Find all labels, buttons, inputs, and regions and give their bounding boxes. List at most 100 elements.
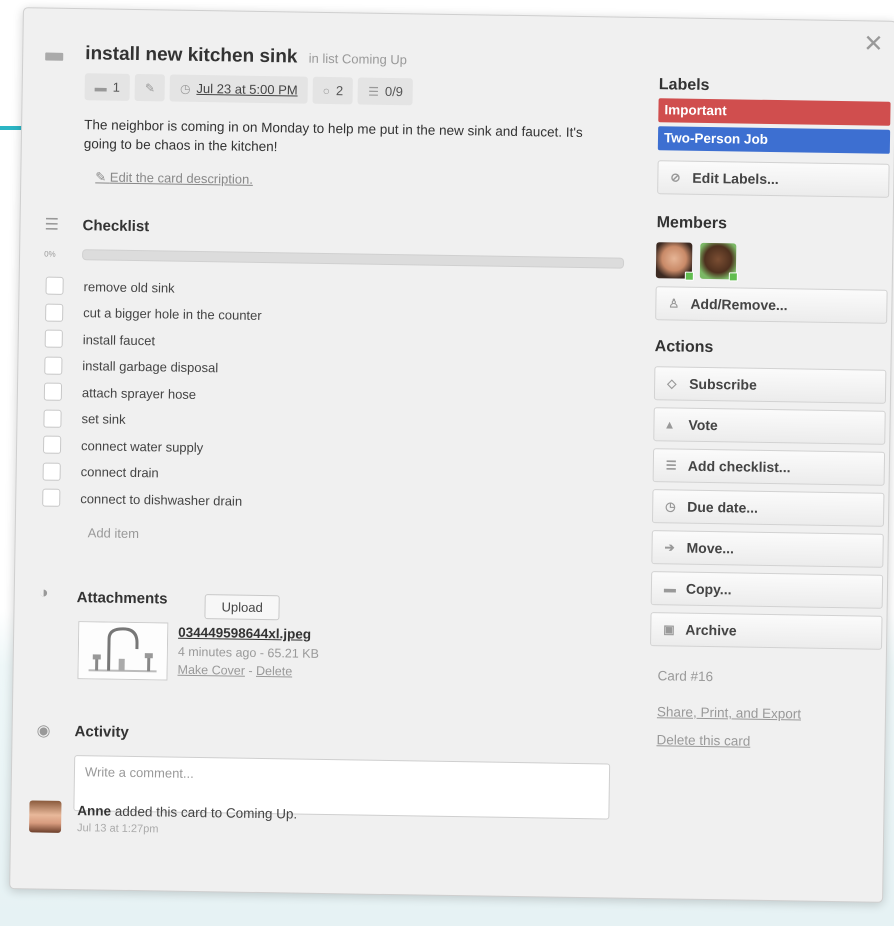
avatar[interactable]: [655, 242, 694, 281]
edit-description-label[interactable]: Edit the card description.: [110, 170, 253, 187]
card-detail-window: ✕ install new kitchen sink in list Comin…: [9, 7, 894, 903]
attachment-links: Make Cover - Delete: [177, 663, 292, 679]
upload-button[interactable]: Upload: [204, 594, 280, 621]
checklist-item[interactable]: install garbage disposal: [44, 352, 261, 382]
checklist-item-checkbox[interactable]: [45, 276, 64, 296]
checklist-item-checkbox[interactable]: [42, 435, 62, 455]
pencil-icon: ✎: [95, 169, 110, 185]
archive-label: Archive: [685, 621, 737, 639]
due-date-button[interactable]: ◷ Due date...: [651, 489, 885, 527]
move-arrow-icon: ➔: [664, 540, 675, 555]
card-list-name: in list Coming Up: [308, 50, 408, 68]
card-icon: [45, 52, 64, 61]
archive-button[interactable]: ▣ Archive: [650, 612, 883, 650]
delete-card-link[interactable]: Delete this card: [656, 732, 750, 748]
checklist-item-checkbox[interactable]: [43, 382, 63, 402]
card-title-text[interactable]: install new kitchen sink: [85, 43, 298, 67]
checklist-count: 0/9: [384, 83, 404, 100]
label-important[interactable]: Important: [658, 98, 891, 126]
add-checklist-button[interactable]: ☰ Add checklist...: [652, 448, 886, 486]
card-title[interactable]: install new kitchen sink in list Coming …: [85, 43, 407, 70]
checklist-item-label[interactable]: connect drain: [81, 464, 159, 480]
checklist-item-checkbox[interactable]: [42, 488, 61, 508]
activity-entry: Anne added this card to Coming Up.: [77, 803, 297, 821]
share-print-export-link[interactable]: Share, Print, and Export: [657, 704, 801, 721]
votes-count: 2: [335, 83, 344, 99]
move-label: Move...: [686, 539, 735, 557]
pencil-icon[interactable]: ✎: [145, 81, 155, 95]
add-remove-members-button[interactable]: ♙ Add/Remove...: [655, 286, 888, 324]
checklist-item-label[interactable]: remove old sink: [83, 279, 174, 295]
card-description: The neighbor is coming in on Monday to h…: [83, 117, 583, 155]
due-date-badge[interactable]: ◷ Jul 23 at 5:00 PM: [169, 74, 308, 104]
comments-badge: ▬ 1: [84, 73, 131, 101]
checklist-item-label[interactable]: connect to dishwasher drain: [80, 491, 242, 509]
online-status-icon: [728, 272, 738, 282]
edit-description-link[interactable]: ✎ Edit the card description.: [95, 169, 253, 187]
checklist-badge: ☰ 0/9: [357, 77, 414, 106]
comment-icon: ▬: [94, 79, 107, 95]
copy-icon: ▬: [663, 581, 677, 596]
close-icon[interactable]: ✕: [863, 29, 884, 58]
label-two-person-job[interactable]: Two-Person Job: [657, 126, 891, 154]
add-remove-label: Add/Remove...: [690, 295, 788, 314]
checklist-item-checkbox[interactable]: [44, 329, 63, 349]
delete-attachment-link[interactable]: Delete: [256, 664, 292, 679]
checklist-item-checkbox[interactable]: [43, 409, 62, 428]
vote-icon: ○: [322, 83, 331, 98]
add-item-link[interactable]: Add item: [88, 525, 140, 541]
make-cover-link[interactable]: Make Cover: [177, 663, 245, 678]
attachments-title: Attachments: [76, 589, 168, 608]
checklist-item-checkbox[interactable]: [44, 356, 63, 375]
checklist-item-label[interactable]: set sink: [81, 411, 125, 427]
checklist-item-label[interactable]: attach sprayer hose: [82, 385, 196, 402]
checklist-item-label[interactable]: install garbage disposal: [82, 358, 218, 375]
clock-icon: ◷: [179, 81, 191, 96]
vote-button[interactable]: ▴ Vote: [653, 407, 886, 445]
subscribe-button[interactable]: ◇ Subscribe: [653, 366, 887, 404]
vote-label: Vote: [688, 416, 718, 434]
checklist-item-checkbox[interactable]: [45, 303, 64, 322]
attachment-link-separator: -: [244, 663, 257, 678]
clock-icon: ◷: [665, 499, 676, 514]
card-badges: ▬ 1 ✎ ◷ Jul 23 at 5:00 PM ○ 2 ☰ 0/9: [84, 73, 414, 106]
checklist-item[interactable]: install faucet: [44, 326, 262, 356]
attachment-file-name[interactable]: 034449598644xl.jpeg: [178, 625, 311, 642]
activity-timestamp[interactable]: Jul 13 at 1:27pm: [77, 822, 159, 835]
copy-button[interactable]: ▬ Copy...: [650, 571, 884, 609]
add-checklist-label: Add checklist...: [687, 457, 791, 476]
eye-icon: ◇: [667, 376, 677, 391]
checklist-item[interactable]: connect drain: [42, 458, 259, 488]
checklist-section-icon: ☰: [44, 216, 60, 234]
archive-icon: ▣: [663, 622, 675, 637]
checklist-item[interactable]: connect to dishwasher drain: [42, 485, 259, 515]
attachment-thumbnail[interactable]: [77, 621, 169, 681]
activity-section-icon: ◉: [36, 722, 51, 740]
edit-badge[interactable]: ✎: [134, 73, 166, 102]
tag-icon: ⊘: [670, 170, 681, 185]
checklist-item-label[interactable]: cut a bigger hole in the counter: [83, 305, 262, 323]
activity-user[interactable]: Anne: [77, 803, 111, 819]
checklist-item[interactable]: set sink: [43, 405, 260, 435]
avatar[interactable]: [699, 242, 738, 282]
votes-badge: ○ 2: [312, 76, 354, 105]
checklist-item-label[interactable]: connect water supply: [81, 438, 203, 455]
checklist-item[interactable]: cut a bigger hole in the counter: [45, 299, 262, 329]
edit-labels-button[interactable]: ⊘ Edit Labels...: [657, 160, 890, 198]
activity-entry-text: added this card to Coming Up.: [110, 803, 298, 822]
attachment-meta: 4 minutes ago - 65.21 KB: [177, 644, 320, 661]
checklist-item[interactable]: attach sprayer hose: [43, 379, 261, 409]
checklist-item-checkbox[interactable]: [42, 462, 61, 481]
avatar[interactable]: [29, 800, 62, 833]
attachment-section-icon: ◑: [38, 584, 49, 602]
checklist-title[interactable]: Checklist: [82, 217, 149, 235]
checklist-items: remove old sink cut a bigger hole in the …: [42, 273, 262, 515]
checklist-item[interactable]: connect water supply: [42, 432, 260, 462]
activity-title: Activity: [74, 723, 129, 741]
card-number: Card #16: [657, 668, 714, 685]
checklist-progress-bar: [82, 249, 625, 269]
due-date-text[interactable]: Jul 23 at 5:00 PM: [196, 81, 297, 98]
checklist-item[interactable]: remove old sink: [45, 273, 262, 303]
checklist-item-label[interactable]: install faucet: [83, 332, 155, 348]
move-button[interactable]: ➔ Move...: [651, 530, 884, 568]
